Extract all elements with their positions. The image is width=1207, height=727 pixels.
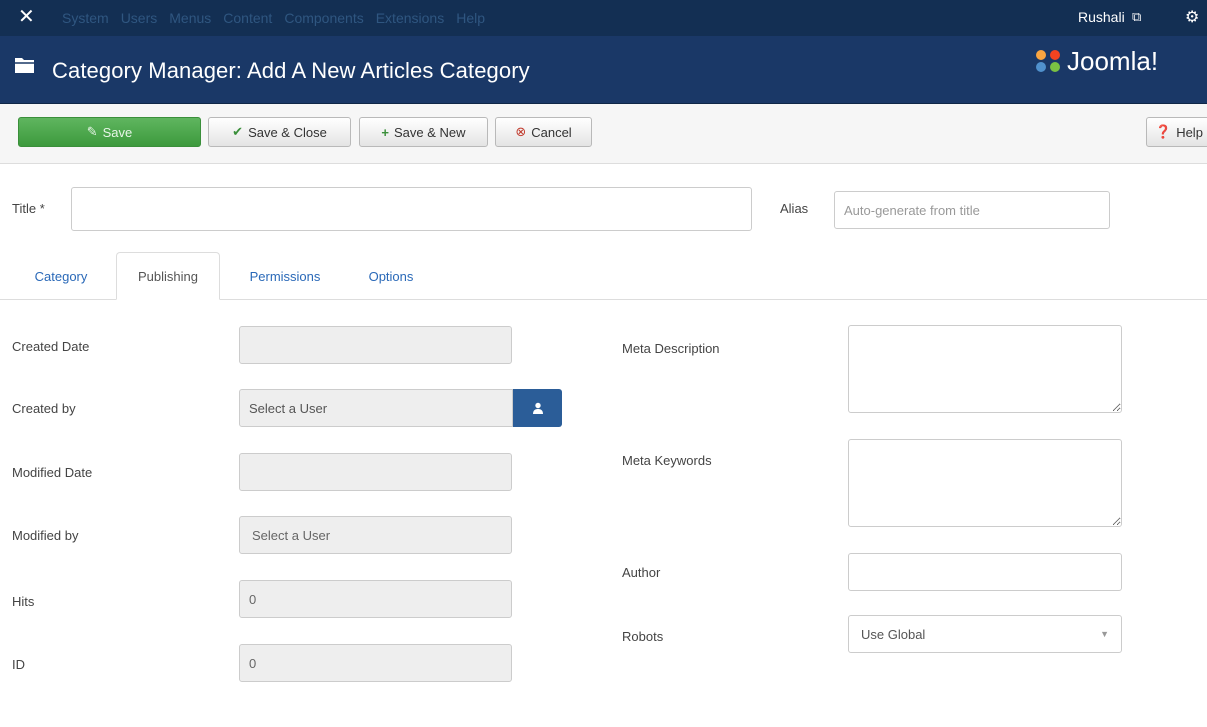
meta-keywords-textarea[interactable]	[848, 439, 1122, 527]
title-label: Title *	[12, 201, 45, 216]
main-menu: System Users Menus Content Components Ex…	[62, 0, 497, 36]
menu-menus[interactable]: Menus	[169, 10, 211, 26]
edit-icon: ✎	[86, 124, 98, 139]
save-close-button[interactable]: ✔ Save & Close	[208, 117, 351, 147]
tab-permissions[interactable]: Permissions	[230, 252, 340, 300]
menu-system[interactable]: System	[62, 10, 109, 26]
alias-label: Alias	[780, 201, 809, 216]
menu-components[interactable]: Components	[284, 10, 363, 26]
page-header: Category Manager: Add A New Articles Cat…	[0, 36, 1207, 104]
menu-extensions[interactable]: Extensions	[376, 10, 444, 26]
modified-by-field: Select a User	[239, 516, 512, 554]
joomla-mark-icon	[1036, 50, 1060, 72]
menu-users[interactable]: Users	[121, 10, 158, 26]
plus-icon: +	[381, 124, 390, 140]
robots-select-value: Use Global	[861, 626, 926, 642]
menu-content[interactable]: Content	[223, 10, 272, 26]
page-title: Category Manager: Add A New Articles Cat…	[52, 58, 530, 83]
toolbar: ✎ Save ✔ Save & Close + Save & New ⊗ Can…	[0, 104, 1207, 164]
tab-options[interactable]: Options	[350, 252, 432, 300]
alias-input[interactable]: Auto-generate from title	[834, 191, 1110, 229]
meta-keywords-label: Meta Keywords	[622, 453, 712, 468]
robots-select[interactable]: Use Global ▼	[848, 615, 1122, 653]
created-by-label: Created by	[12, 401, 76, 416]
help-button[interactable]: ❓ Help	[1146, 117, 1207, 147]
title-input[interactable]	[71, 187, 752, 231]
joomla-wordmark: Joomla!	[1067, 45, 1159, 76]
gear-icon[interactable]: ⚙	[1185, 7, 1199, 27]
id-label: ID	[12, 657, 25, 672]
site-user-link[interactable]: Rushali	[1078, 9, 1125, 25]
menu-help[interactable]: Help	[456, 10, 485, 26]
modified-date-label: Modified Date	[12, 465, 93, 480]
save-new-label: Save & New	[394, 124, 466, 140]
cancel-label: Cancel	[531, 124, 572, 140]
save-button[interactable]: ✎ Save	[18, 117, 201, 147]
author-label: Author	[622, 565, 661, 580]
cancel-circle-icon: ⊗	[515, 124, 527, 139]
question-icon: ❓	[1155, 124, 1172, 139]
check-icon: ✔	[232, 124, 244, 139]
folder-icon	[15, 58, 35, 73]
modified-by-label: Modified by	[12, 528, 79, 543]
hits-field: 0	[239, 580, 512, 618]
modified-date-field	[239, 453, 512, 491]
author-input[interactable]	[848, 553, 1122, 591]
created-date-field	[239, 326, 512, 364]
meta-description-label: Meta Description	[622, 341, 720, 356]
user-icon	[532, 402, 543, 414]
cancel-button[interactable]: ⊗ Cancel	[495, 117, 592, 147]
tab-category[interactable]: Category	[18, 252, 104, 300]
id-field: 0	[239, 644, 512, 682]
joomla-logo-icon[interactable]: ✕	[18, 6, 40, 28]
hits-label: Hits	[12, 594, 35, 609]
meta-description-textarea[interactable]	[848, 325, 1122, 413]
save-close-label: Save & Close	[248, 124, 327, 140]
joomla-brand: Joomla!	[1033, 46, 1158, 76]
admin-menu-bar: ✕ System Users Menus Content Components …	[0, 0, 1207, 36]
save-new-button[interactable]: + Save & New	[359, 117, 488, 147]
chevron-down-icon: ▼	[1100, 629, 1109, 639]
help-label: Help	[1176, 124, 1203, 140]
external-link-icon[interactable]: ⧉	[1132, 9, 1141, 25]
robots-label: Robots	[622, 629, 664, 644]
created-by-field[interactable]: Select a User	[239, 389, 513, 427]
save-label: Save	[102, 124, 133, 140]
select-user-button[interactable]	[513, 389, 562, 427]
created-date-label: Created Date	[12, 339, 90, 354]
tab-publishing[interactable]: Publishing	[116, 252, 220, 300]
